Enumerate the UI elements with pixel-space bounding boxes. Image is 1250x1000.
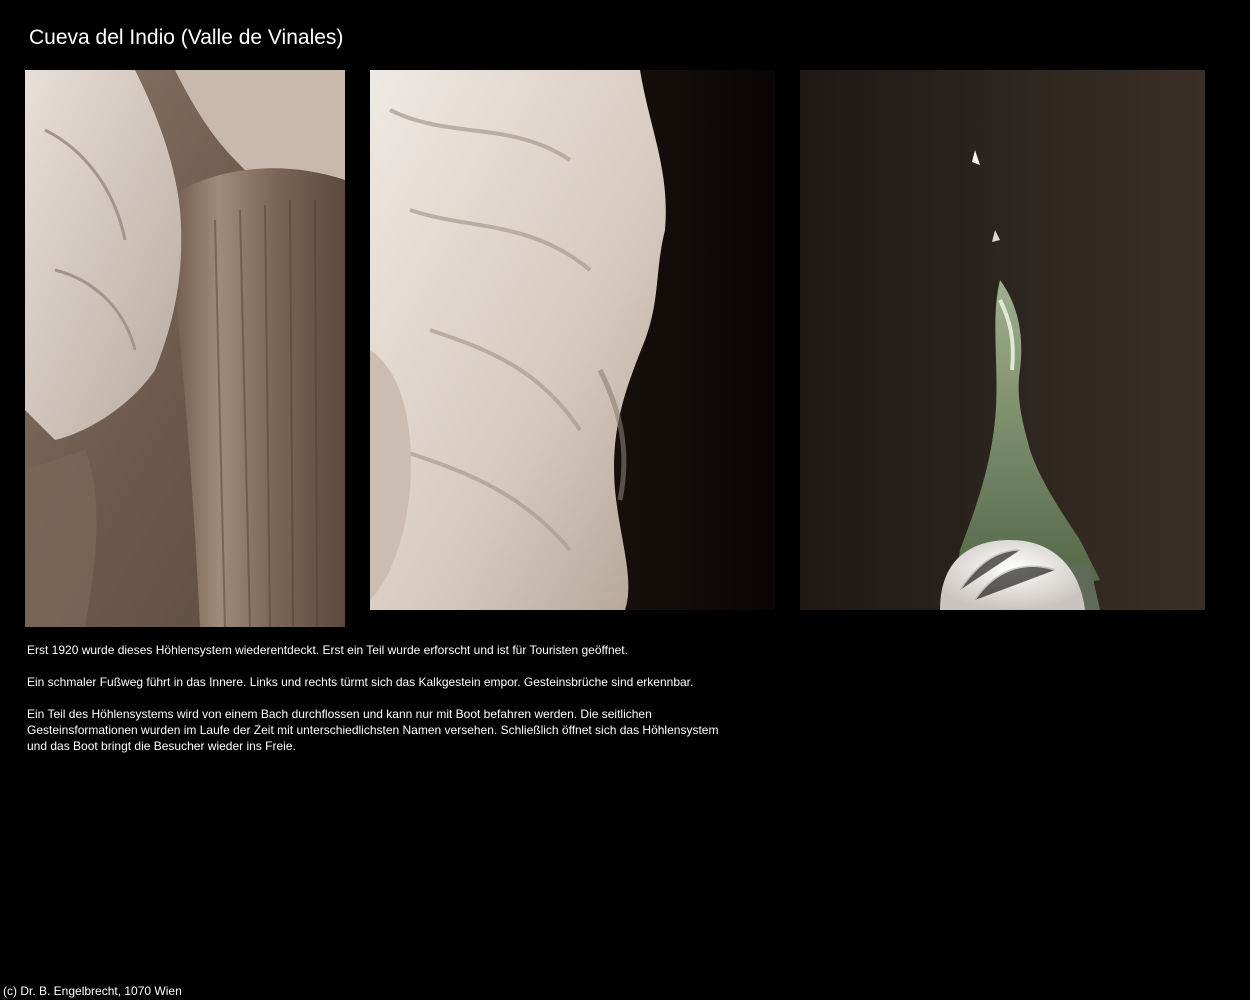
description-text: Erst 1920 wurde dieses Höhlensystem wied… <box>27 642 727 770</box>
description-paragraph-2: Ein schmaler Fußweg führt in das Innere.… <box>27 675 694 689</box>
photo-cave-exit-boat[interactable] <box>800 70 1205 610</box>
photo-stalactite-column[interactable] <box>25 70 345 627</box>
photo-limestone-wall[interactable] <box>370 70 775 610</box>
cave-exit-image <box>800 70 1205 610</box>
copyright-footer: (c) Dr. B. Engelbrecht, 1070 Wien <box>3 984 182 998</box>
page-title: Cueva del Indio (Valle de Vinales) <box>29 26 344 49</box>
description-paragraph-3: Ein Teil des Höhlensystems wird von eine… <box>27 707 719 753</box>
cave-column-image <box>25 70 345 627</box>
limestone-wall-image <box>370 70 775 610</box>
description-paragraph-1: Erst 1920 wurde dieses Höhlensystem wied… <box>27 643 628 657</box>
